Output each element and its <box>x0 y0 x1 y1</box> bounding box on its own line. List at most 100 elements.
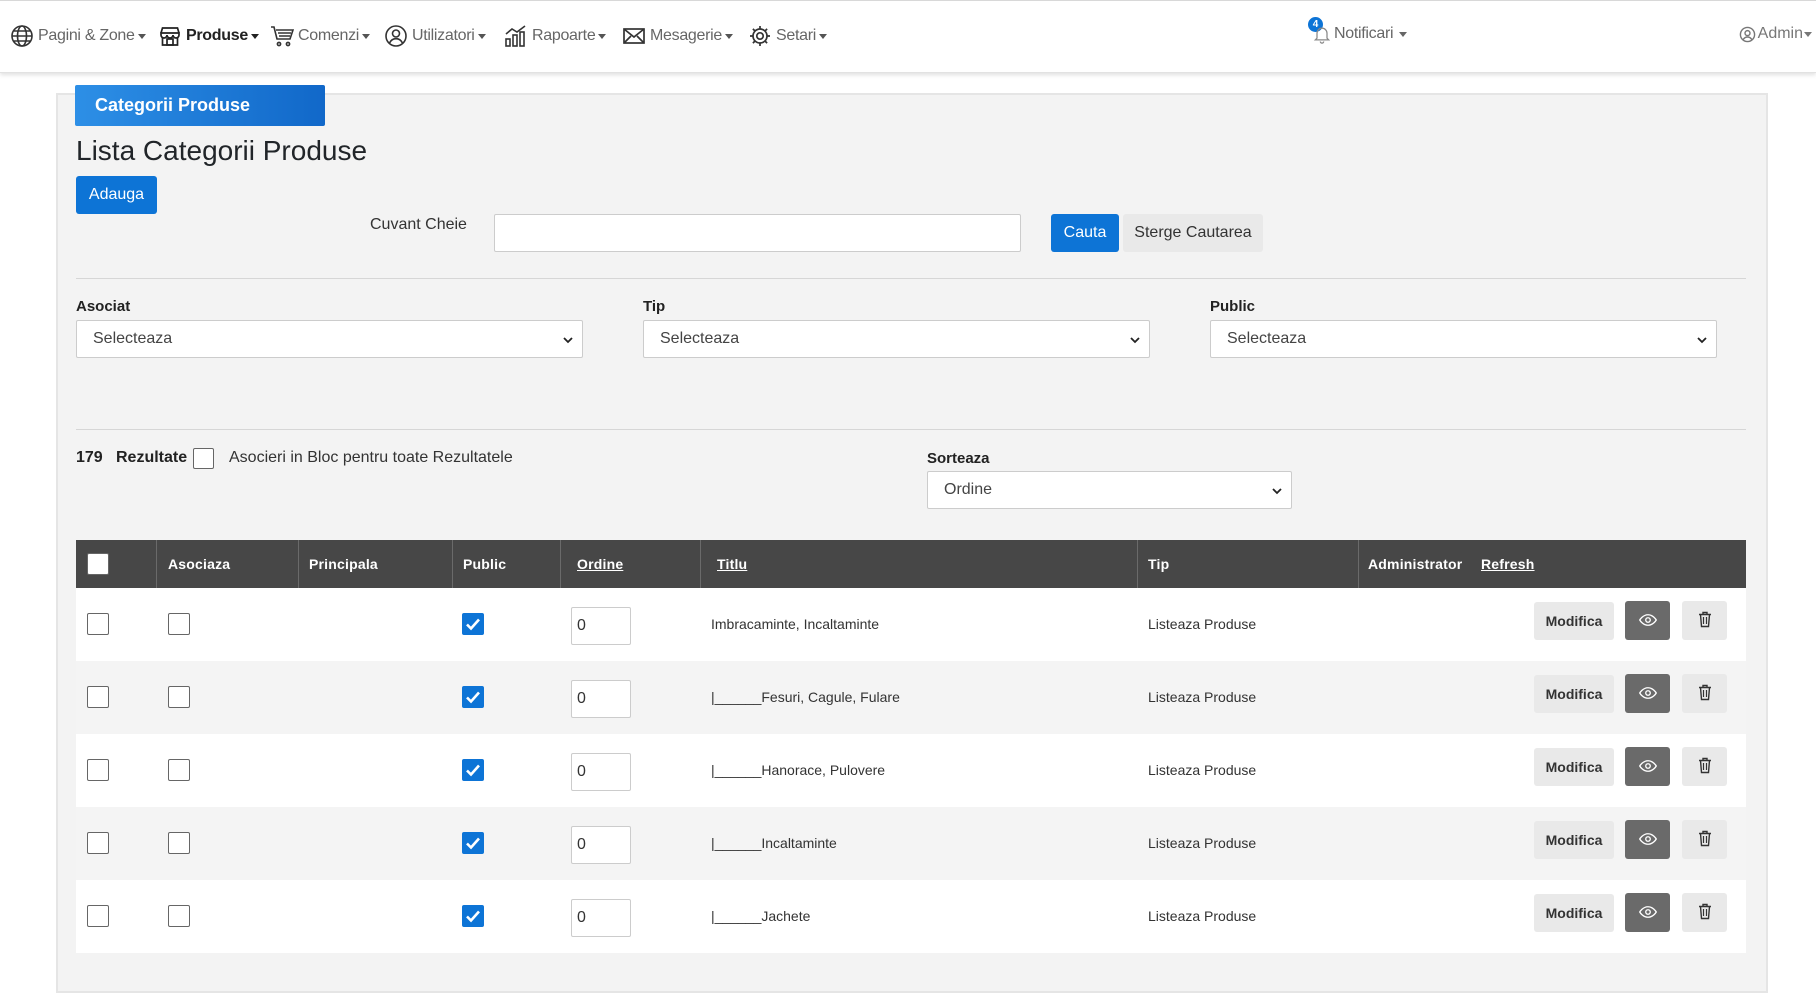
nav-label: Mesagerie <box>650 27 723 44</box>
view-button[interactable] <box>1625 674 1670 713</box>
clear-search-button[interactable]: Sterge Cautarea <box>1123 214 1263 252</box>
col-admin: Administrator <box>1368 556 1463 572</box>
delete-button[interactable] <box>1682 820 1727 859</box>
bulk-associate-checkbox[interactable] <box>193 448 214 469</box>
row-order-input[interactable]: 0 <box>571 753 631 791</box>
eye-icon <box>1638 687 1657 699</box>
row-order-input[interactable]: 0 <box>571 826 631 864</box>
row-title: Imbracaminte, Incaltaminte <box>711 616 880 632</box>
filter-type-select[interactable]: Selecteaza <box>643 320 1150 358</box>
store-icon <box>160 27 180 46</box>
nav-comenzi[interactable]: Comenzi <box>270 21 371 51</box>
row-public-checkbox[interactable] <box>462 613 484 635</box>
row-select-checkbox[interactable] <box>87 832 109 854</box>
delete-button[interactable] <box>1682 674 1727 713</box>
results-count: 179 <box>76 449 103 466</box>
filter-public-label: Public <box>1210 298 1256 315</box>
sort-select[interactable]: Ordine <box>927 471 1292 509</box>
row-select-checkbox[interactable] <box>87 686 109 708</box>
table-row: 0 Imbracaminte, Incaltaminte Listeaza Prod… <box>76 588 1746 661</box>
delete-button[interactable] <box>1682 601 1727 640</box>
row-type: Listeaza Produse <box>1148 762 1257 778</box>
nav-mesagerie[interactable]: Mesagerie <box>622 21 734 51</box>
row-order-input[interactable]: 0 <box>571 607 631 645</box>
divider <box>76 278 1746 279</box>
filter-associated-select[interactable]: Selecteaza <box>76 320 583 358</box>
row-select-checkbox[interactable] <box>87 613 109 635</box>
user-menu[interactable]: Admin <box>1739 25 1812 43</box>
nav-label: Notificari <box>1334 25 1394 42</box>
table-row: 0 |______Incaltaminte Listeaza Produse Modi… <box>76 807 1746 880</box>
delete-button[interactable] <box>1682 893 1727 932</box>
edit-button[interactable]: Modifica <box>1534 894 1614 932</box>
search-button[interactable]: Cauta <box>1051 214 1119 252</box>
row-public-checkbox[interactable] <box>462 905 484 927</box>
edit-button[interactable]: Modifica <box>1534 748 1614 786</box>
row-select-checkbox[interactable] <box>87 759 109 781</box>
nav-rapoarte[interactable]: Rapoarte <box>504 21 607 51</box>
filter-type-label: Tip <box>643 298 666 315</box>
row-title: |______Incaltaminte <box>711 835 837 851</box>
keyword-input[interactable] <box>494 214 1021 252</box>
row-type: Listeaza Produse <box>1148 835 1257 851</box>
row-associate-checkbox[interactable] <box>168 759 190 781</box>
chevron-down-icon <box>1697 337 1707 344</box>
chevron-down-icon <box>1804 31 1812 37</box>
edit-button[interactable]: Modifica <box>1534 821 1614 859</box>
eye-icon <box>1638 760 1657 772</box>
column-divider <box>560 540 561 588</box>
view-button[interactable] <box>1625 820 1670 859</box>
chevron-down-icon <box>563 337 573 344</box>
row-associate-checkbox[interactable] <box>168 613 190 635</box>
chevron-down-icon <box>1399 31 1408 37</box>
row-type: Listeaza Produse <box>1148 908 1257 924</box>
add-button[interactable]: Adauga <box>76 176 157 214</box>
edit-button[interactable]: Modifica <box>1534 675 1614 713</box>
nav-label: Utilizatori <box>412 27 475 44</box>
col-type: Tip <box>1148 556 1170 572</box>
chevron-down-icon <box>137 33 146 39</box>
view-button[interactable] <box>1625 601 1670 640</box>
page-title: Lista Categorii Produse <box>76 135 368 166</box>
row-associate-checkbox[interactable] <box>168 686 190 708</box>
view-button[interactable] <box>1625 747 1670 786</box>
row-associate-checkbox[interactable] <box>168 832 190 854</box>
trash-icon <box>1698 830 1711 847</box>
trash-icon <box>1698 903 1711 920</box>
select-value: Selecteaza <box>93 330 173 347</box>
col-associate: Asociaza <box>168 556 231 572</box>
trash-icon <box>1698 684 1711 701</box>
nav-label: Pagini & Zone <box>38 27 135 44</box>
nav-notificari[interactable]: Notificari <box>1312 19 1408 49</box>
row-order-input[interactable]: 0 <box>571 680 631 718</box>
check-icon <box>466 764 480 777</box>
delete-button[interactable] <box>1682 747 1727 786</box>
filter-public-select[interactable]: Selecteaza <box>1210 320 1717 358</box>
nav-label: Rapoarte <box>532 27 596 44</box>
select-all-checkbox[interactable] <box>87 553 109 575</box>
eye-icon <box>1638 906 1657 918</box>
col-title-sort-link[interactable]: Titlu <box>717 540 747 588</box>
row-order-input[interactable]: 0 <box>571 899 631 937</box>
row-associate-checkbox[interactable] <box>168 905 190 927</box>
select-value: Selecteaza <box>660 330 740 347</box>
nav-label: Produse <box>186 27 248 44</box>
chevron-down-icon <box>819 33 827 39</box>
edit-button[interactable]: Modifica <box>1534 602 1614 640</box>
row-type: Listeaza Produse <box>1148 616 1257 632</box>
row-public-checkbox[interactable] <box>462 686 484 708</box>
row-select-checkbox[interactable] <box>87 905 109 927</box>
nav-setari[interactable]: Setari <box>748 21 827 51</box>
column-divider <box>1137 540 1138 588</box>
nav-produse[interactable]: Produse <box>158 21 259 51</box>
select-value: Selecteaza <box>1227 330 1307 347</box>
row-public-checkbox[interactable] <box>462 832 484 854</box>
column-divider <box>156 540 157 588</box>
view-button[interactable] <box>1625 893 1670 932</box>
col-order-sort-link[interactable]: Ordine <box>577 540 623 588</box>
row-public-checkbox[interactable] <box>462 759 484 781</box>
nav-pagini-zone[interactable]: Pagini & Zone <box>10 21 146 51</box>
nav-utilizatori[interactable]: Utilizatori <box>384 21 486 51</box>
envelope-icon <box>623 28 645 44</box>
refresh-link[interactable]: Refresh <box>1481 540 1535 588</box>
